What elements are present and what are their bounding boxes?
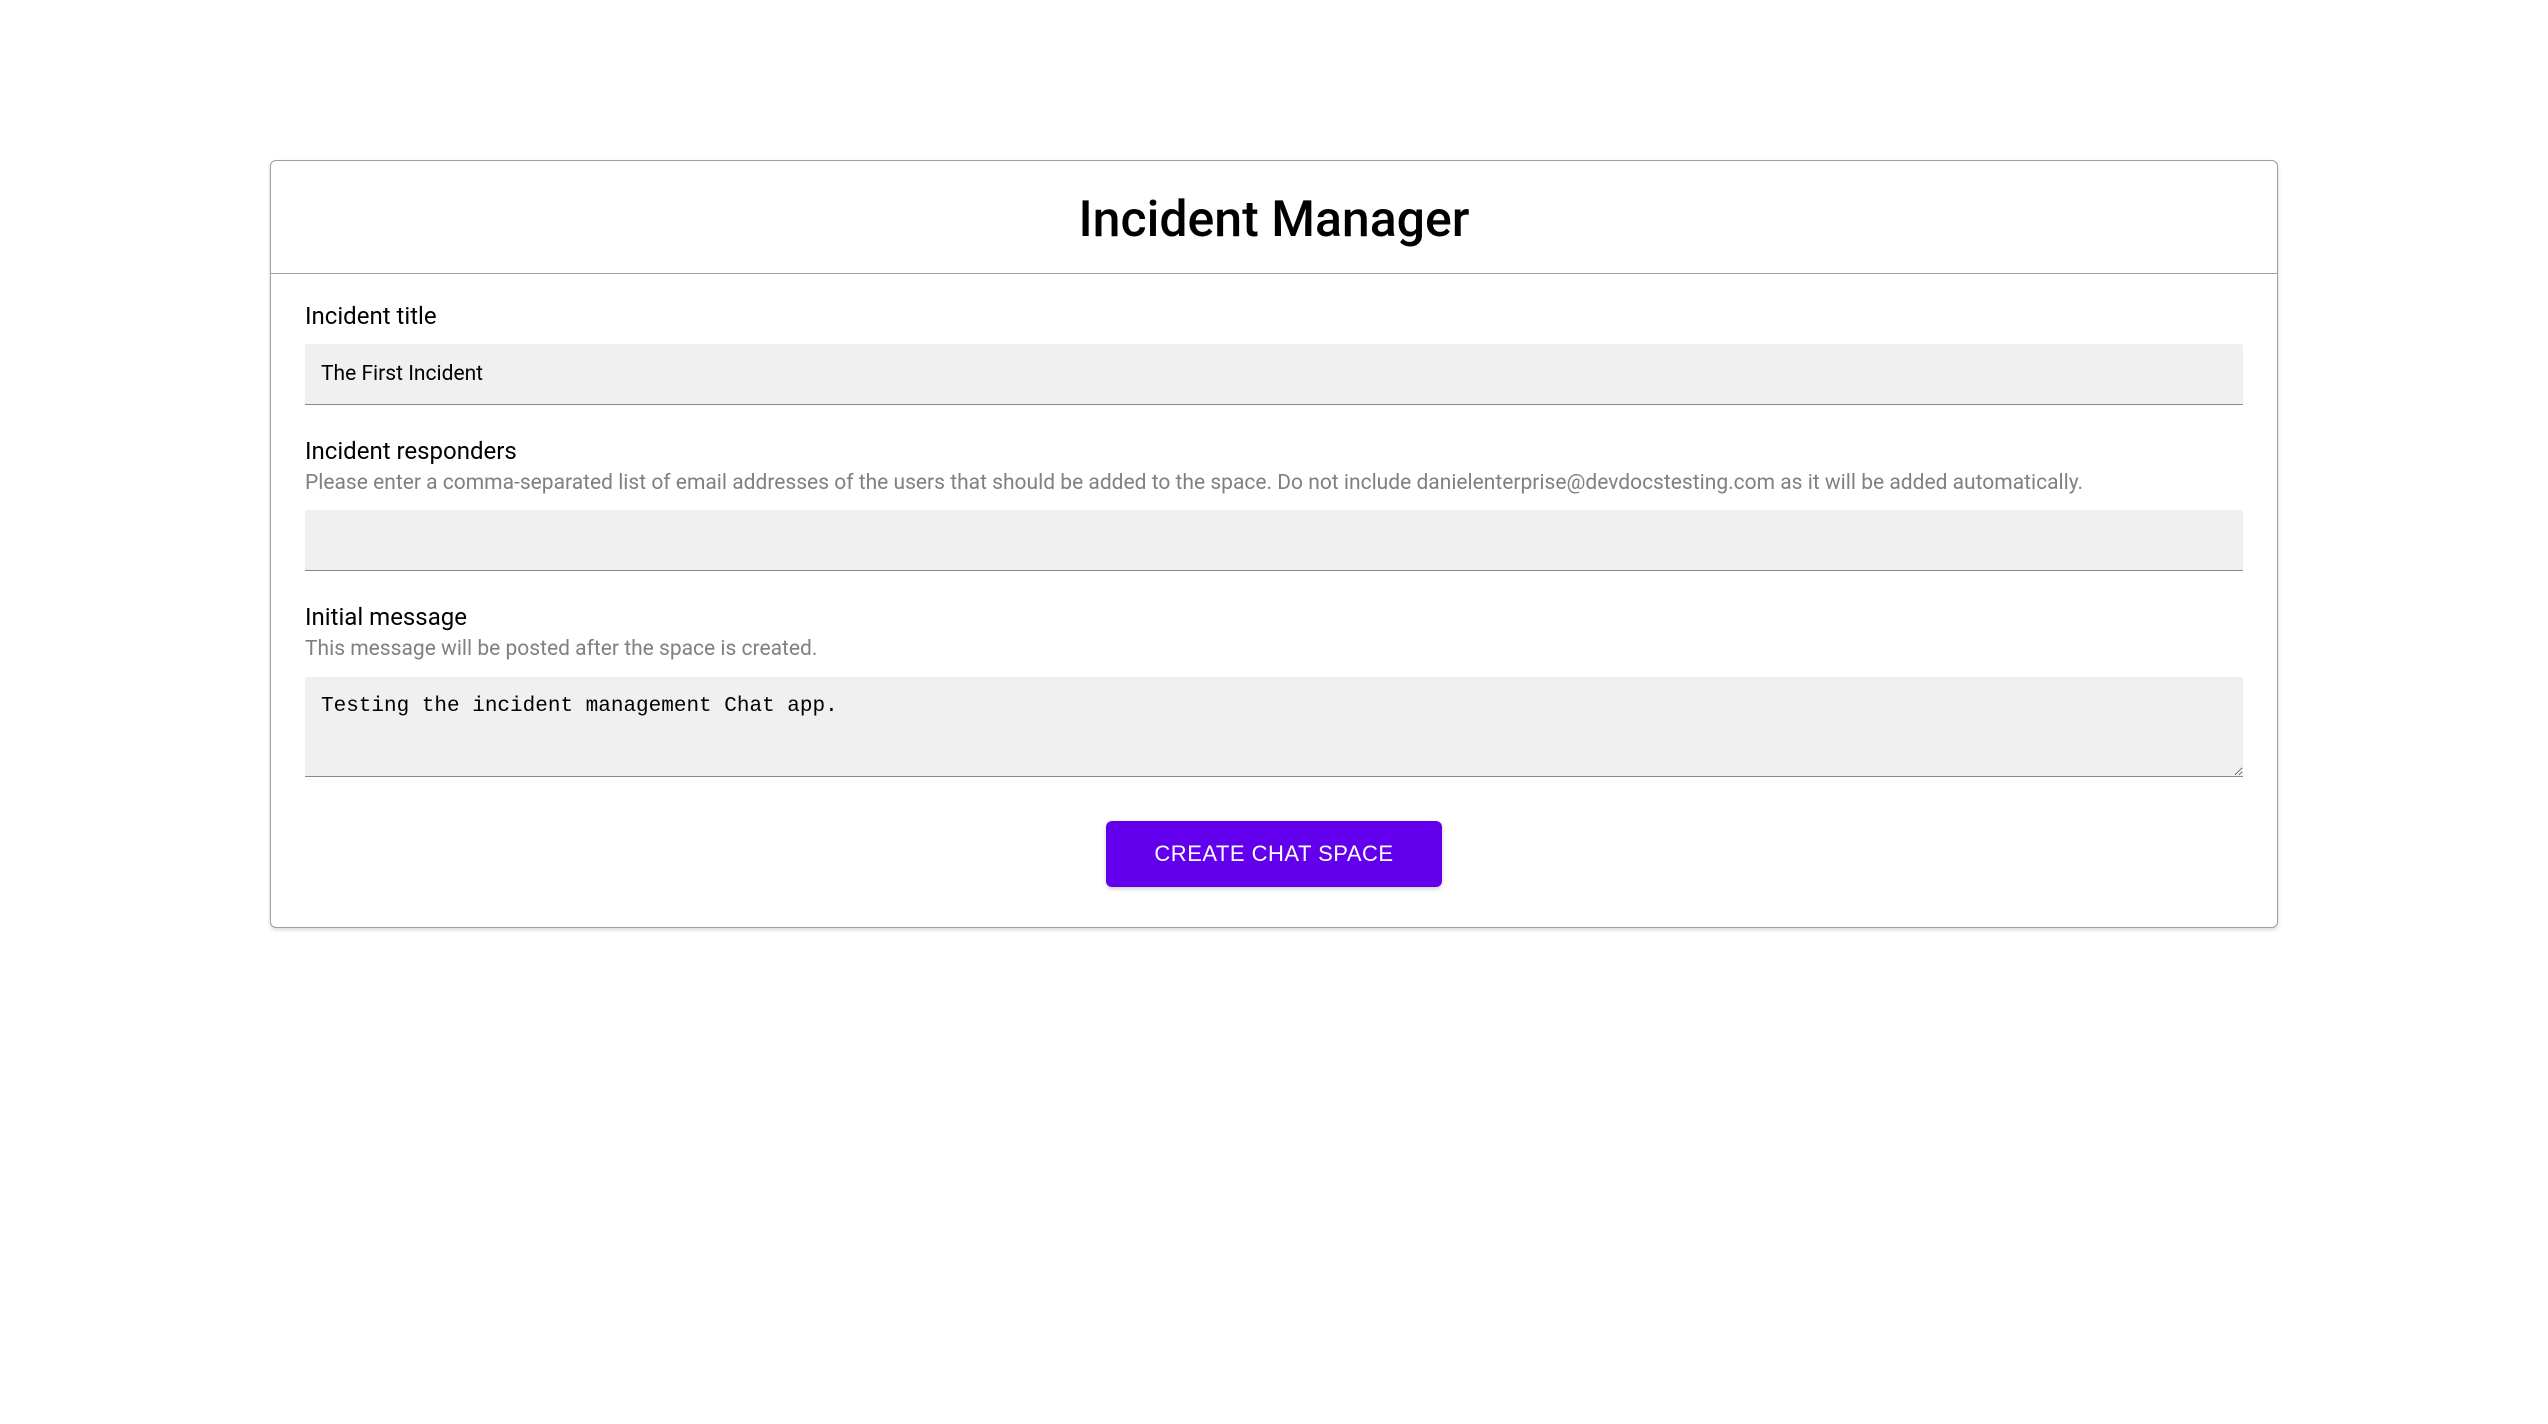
incident-responders-group: Incident responders Please enter a comma… — [305, 437, 2243, 571]
incident-manager-card: Incident Manager Incident title Incident… — [270, 160, 2278, 928]
initial-message-label: Initial message — [305, 603, 2243, 631]
incident-title-group: Incident title — [305, 302, 2243, 405]
incident-title-label: Incident title — [305, 302, 2243, 330]
initial-message-group: Initial message This message will be pos… — [305, 603, 2243, 780]
incident-responders-input[interactable] — [305, 510, 2243, 571]
button-row: CREATE CHAT SPACE — [305, 821, 2243, 887]
card-header: Incident Manager — [271, 161, 2277, 274]
create-chat-space-button[interactable]: CREATE CHAT SPACE — [1106, 821, 1441, 887]
incident-title-input[interactable] — [305, 344, 2243, 405]
incident-responders-helper: Please enter a comma-separated list of e… — [305, 469, 2243, 498]
initial-message-helper: This message will be posted after the sp… — [305, 635, 2243, 664]
card-body: Incident title Incident responders Pleas… — [271, 274, 2277, 927]
page-title: Incident Manager — [291, 191, 2257, 249]
initial-message-textarea[interactable] — [305, 677, 2243, 777]
incident-responders-label: Incident responders — [305, 437, 2243, 465]
